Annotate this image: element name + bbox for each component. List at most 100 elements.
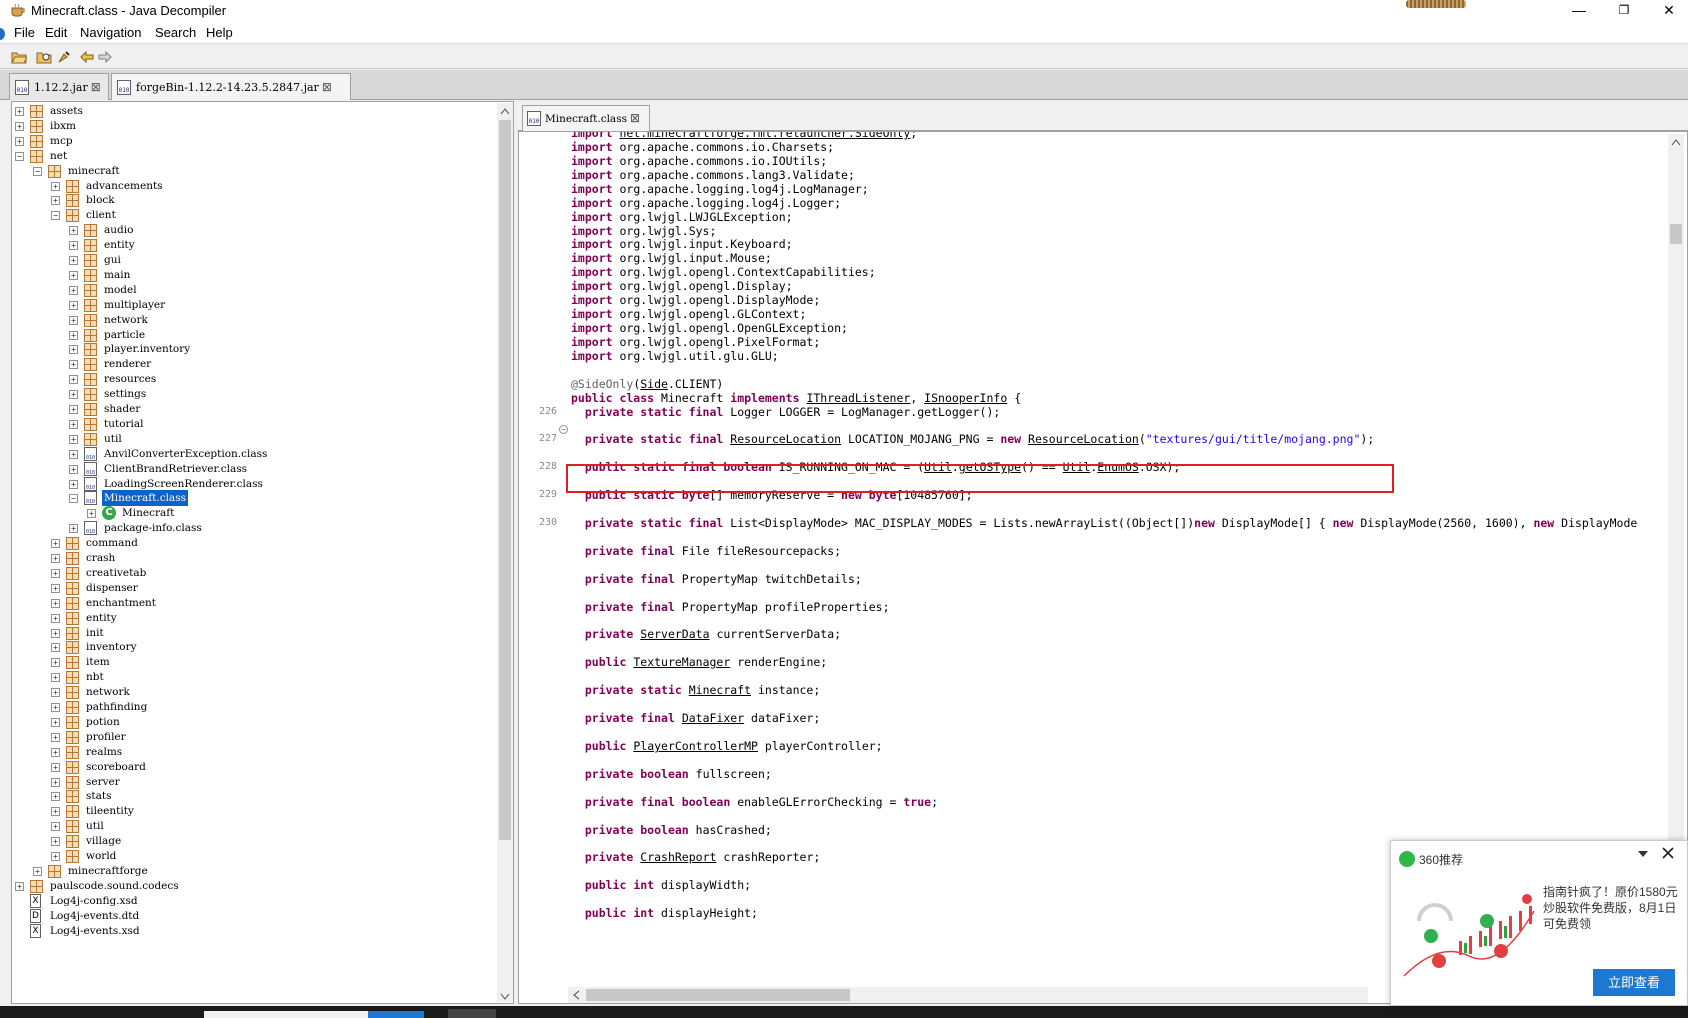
menu-edit[interactable]: Edit	[45, 25, 67, 40]
maximize-button[interactable]: ❐	[1601, 0, 1647, 22]
collapse-icon[interactable]: −	[69, 494, 78, 504]
tree-node[interactable]: + gui	[12, 252, 492, 268]
tree-node[interactable]: + nbt	[12, 669, 492, 685]
expand-icon[interactable]: +	[33, 866, 42, 876]
tree-node[interactable]: + paulscode.sound.codecs	[12, 878, 492, 894]
tree-node[interactable]: + ibxm	[12, 118, 492, 134]
tree-node[interactable]: − client	[12, 207, 492, 223]
tree-node[interactable]: + tileentity	[12, 803, 492, 819]
tree-node[interactable]: + entity	[12, 610, 492, 626]
tree-node[interactable]: + tutorial	[12, 416, 492, 432]
expand-icon[interactable]: +	[15, 107, 24, 116]
expand-icon[interactable]: +	[15, 136, 24, 146]
tree-node[interactable]: + item	[12, 654, 492, 670]
view-now-button[interactable]: 立即查看	[1593, 969, 1675, 996]
close-tab-icon[interactable]: ⊠	[91, 80, 101, 94]
expand-icon[interactable]: +	[69, 345, 78, 355]
collapse-icon[interactable]: −	[15, 151, 24, 161]
tree-node[interactable]: + entity	[12, 237, 492, 253]
tree-node[interactable]: + creativetab	[12, 565, 492, 581]
expand-icon[interactable]: +	[51, 762, 60, 772]
expand-icon[interactable]: +	[51, 539, 60, 549]
expand-icon[interactable]: +	[69, 300, 78, 310]
tree-node[interactable]: + command	[12, 535, 492, 551]
expand-icon[interactable]: +	[69, 270, 78, 280]
tree-node[interactable]: + dispenser	[12, 580, 492, 596]
expand-icon[interactable]: +	[69, 315, 78, 325]
open-type-icon[interactable]	[35, 48, 53, 66]
tree-node[interactable]: + multiplayer	[12, 297, 492, 313]
close-button[interactable]: ✕	[1646, 0, 1688, 22]
expand-icon[interactable]: +	[51, 598, 60, 608]
file-tab-2[interactable]: 010 forgeBin-1.12.2-14.23.5.2847.jar ⊠	[111, 73, 351, 100]
tree-node[interactable]: + settings	[12, 386, 492, 402]
expand-icon[interactable]: +	[69, 434, 78, 444]
tree-node[interactable]: +010 ClientBrandRetriever.class	[12, 461, 492, 477]
expand-icon[interactable]: +	[51, 196, 60, 206]
expand-icon[interactable]: +	[69, 405, 78, 414]
tree-node[interactable]: + inventory	[12, 639, 492, 655]
tree-node[interactable]: + enchantment	[12, 595, 492, 611]
expand-icon[interactable]: +	[51, 732, 60, 742]
expand-icon[interactable]: +	[51, 777, 60, 787]
tree-node[interactable]: D Log4j-events.dtd	[12, 908, 492, 924]
tree-node[interactable]: + pathfinding	[12, 699, 492, 715]
expand-icon[interactable]: +	[69, 419, 78, 429]
close-tab-icon[interactable]: ⊠	[322, 80, 332, 94]
expand-icon[interactable]: +	[69, 360, 78, 370]
expand-icon[interactable]: +	[87, 509, 96, 519]
expand-icon[interactable]: +	[69, 390, 78, 400]
expand-icon[interactable]: +	[51, 688, 60, 698]
expand-icon[interactable]: +	[51, 613, 60, 623]
tree-node[interactable]: + renderer	[12, 356, 492, 372]
editor-hscroll-thumb[interactable]	[586, 989, 850, 1001]
expand-icon[interactable]: +	[51, 583, 60, 593]
drag-grip[interactable]	[1406, 0, 1466, 8]
scroll-up-icon[interactable]	[500, 107, 510, 115]
scroll-up-icon[interactable]	[1671, 138, 1681, 146]
tree-node[interactable]: + scoreboard	[12, 759, 492, 775]
expand-icon[interactable]: +	[51, 703, 60, 712]
tree-node[interactable]: − minecraft	[12, 163, 492, 179]
expand-icon[interactable]: +	[69, 226, 78, 236]
close-icon[interactable]	[1662, 847, 1674, 859]
expand-icon[interactable]: +	[51, 807, 60, 817]
menu-navigation[interactable]: Navigation	[80, 25, 141, 40]
expand-icon[interactable]: +	[69, 330, 78, 340]
tree-node[interactable]: X Log4j-config.xsd	[12, 893, 492, 909]
menu-search[interactable]: Search	[155, 25, 196, 40]
forward-arrow-icon[interactable]	[96, 48, 114, 66]
close-tab-icon[interactable]: ⊠	[630, 111, 640, 125]
expand-icon[interactable]: +	[15, 881, 24, 891]
tree-node[interactable]: − net	[12, 148, 492, 164]
expand-icon[interactable]: +	[51, 822, 60, 832]
tree-node[interactable]: + crash	[12, 550, 492, 566]
expand-icon[interactable]: +	[51, 658, 60, 668]
search-icon[interactable]	[55, 48, 73, 66]
tree-node[interactable]: + stats	[12, 788, 492, 804]
expand-icon[interactable]: +	[69, 256, 78, 265]
tree-node[interactable]: + profiler	[12, 729, 492, 745]
expand-icon[interactable]: +	[51, 837, 60, 847]
tree-node[interactable]: + model	[12, 282, 492, 298]
tree-node[interactable]: + mcp	[12, 133, 492, 149]
expand-icon[interactable]: +	[51, 792, 60, 802]
expand-icon[interactable]: +	[51, 181, 60, 191]
tree-node[interactable]: −010 Minecraft.class	[12, 490, 492, 507]
taskbar-app[interactable]	[448, 1009, 496, 1018]
editor-scroll-thumb[interactable]	[1670, 224, 1682, 244]
minimize-button[interactable]: —	[1556, 0, 1602, 22]
collapse-icon[interactable]: −	[33, 166, 42, 176]
tree-node[interactable]: + block	[12, 192, 492, 208]
expand-icon[interactable]: +	[69, 375, 78, 385]
scroll-left-icon[interactable]	[572, 990, 580, 1000]
tree-node[interactable]: + potion	[12, 714, 492, 730]
dropdown-icon[interactable]	[1637, 849, 1649, 859]
tree-node[interactable]: + shader	[12, 401, 492, 417]
scroll-down-icon[interactable]	[500, 993, 510, 1001]
tree-node[interactable]: + world	[12, 848, 492, 864]
editor-tab-minecraft[interactable]: 010 Minecraft.class ⊠	[522, 105, 650, 131]
tree-node[interactable]: + player.inventory	[12, 341, 492, 357]
tree-node[interactable]: + util	[12, 431, 492, 447]
tree-node[interactable]: + village	[12, 833, 492, 849]
